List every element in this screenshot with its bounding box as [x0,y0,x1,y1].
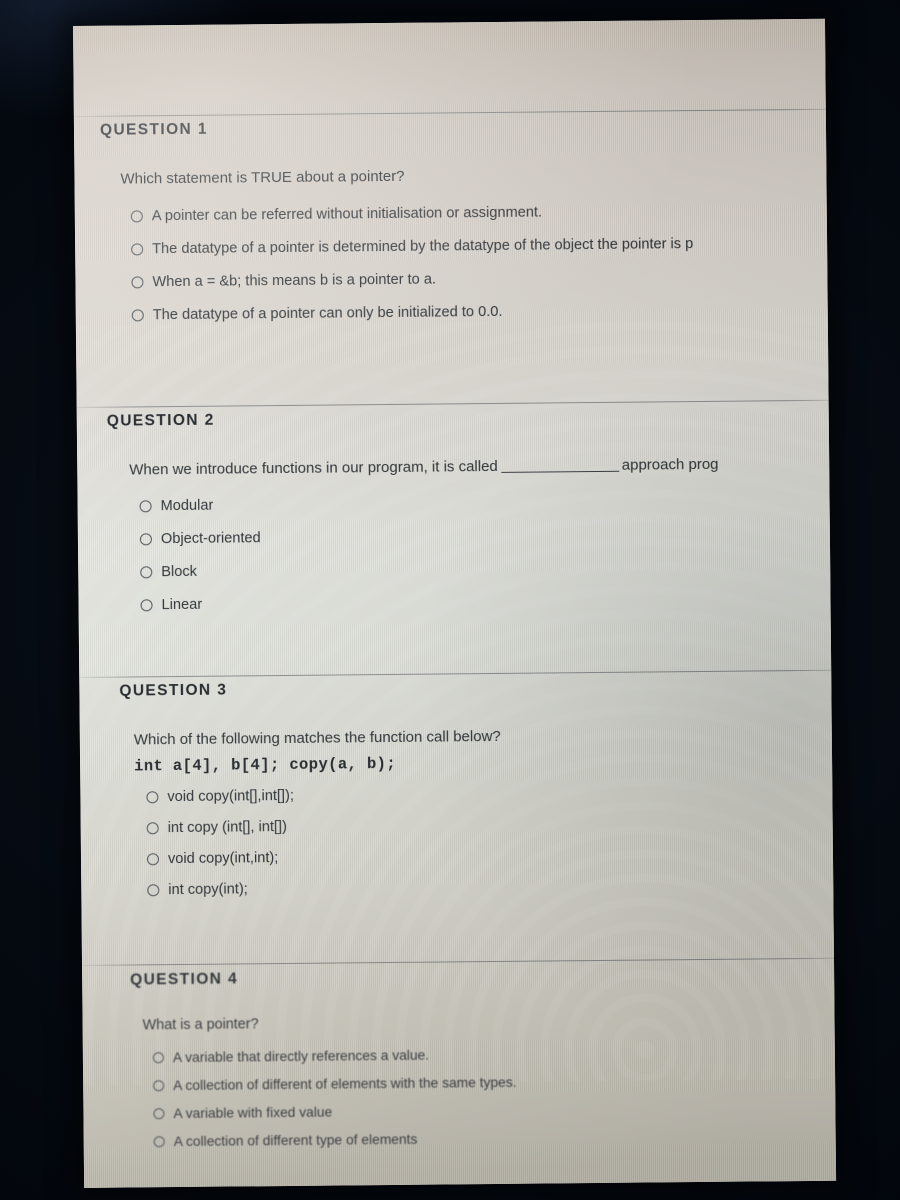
screen-area: QUESTION 1 Which statement is TRUE about… [73,18,837,1188]
question-4-option-3[interactable]: A variable with fixed value [153,1100,835,1122]
option-label: Block [161,563,198,581]
fill-in-blank [500,470,619,473]
radio-button-icon[interactable] [131,243,144,256]
question-4-option-1[interactable]: A variable that directly references a va… [152,1044,835,1066]
radio-button-icon[interactable] [146,853,160,866]
question-3-prompt: Which of the following matches the funct… [133,727,501,749]
question-4-option-2[interactable]: A collection of different of elements wi… [153,1072,835,1094]
radio-button-icon[interactable] [131,309,144,322]
question-1-prompt: Which statement is TRUE about a pointer? [120,167,405,188]
radio-button-icon[interactable] [147,884,160,897]
option-label: void copy(int[],int[]); [167,787,295,806]
question-1-option-3[interactable]: When a = &b; this means b is a pointer t… [131,268,827,291]
question-block-4: QUESTION 4 What is a pointer? A variable… [130,965,836,1150]
radio-button-icon[interactable] [139,533,152,546]
option-label: The datatype of a pointer can only be in… [152,303,503,324]
question-2-option-3[interactable]: Block [140,558,830,581]
question-1-header: QUESTION 1 [99,120,208,139]
option-label: A variable that directly references a va… [172,1047,430,1066]
option-label: A collection of different of elements wi… [173,1074,517,1094]
radio-button-icon[interactable] [146,791,159,804]
question-4-prompt: What is a pointer? [142,1016,259,1034]
question-2-prompt-after-blank: approach prog [621,455,719,474]
question-1-option-2[interactable]: The datatype of a pointer is determined … [131,235,827,258]
question-3-option-2[interactable]: int copy (int[], int[]) [146,814,833,837]
option-label: The datatype of a pointer is determined … [152,236,694,258]
section-divider [82,957,834,966]
radio-button-icon[interactable] [140,566,153,579]
question-block-2: QUESTION 2 When we introduce functions i… [107,406,831,614]
question-2-option-4[interactable]: Linear [140,591,830,614]
question-2-header: QUESTION 2 [106,411,215,430]
question-3-header: QUESTION 3 [119,681,228,700]
question-block-3: QUESTION 3 Which of the following matche… [119,676,833,899]
option-label: A pointer can be referred without initia… [151,204,543,225]
question-2-prompt: When we introduce functions in our progr… [129,455,829,479]
radio-button-icon[interactable] [153,1108,165,1120]
radio-button-icon[interactable] [152,1052,164,1064]
question-2-option-2[interactable]: Object-oriented [139,525,830,548]
radio-button-icon[interactable] [140,599,153,612]
option-label: A variable with fixed value [173,1104,333,1122]
option-label: A collection of different type of elemen… [173,1131,418,1150]
option-label: Linear [161,596,203,614]
question-2-prompt-before-blank: When we introduce functions in our progr… [129,457,498,479]
question-3-option-4[interactable]: int copy(int); [147,876,833,899]
option-label: Modular [160,497,214,515]
option-label: Object-oriented [160,530,261,548]
question-3-option-1[interactable]: void copy(int[],int[]); [146,783,832,806]
question-1-option-1[interactable]: A pointer can be referred without initia… [130,202,827,225]
question-4-option-4[interactable]: A collection of different type of elemen… [153,1128,836,1150]
question-block-1: QUESTION 1 Which statement is TRUE about… [100,115,828,324]
option-label: void copy(int,int); [167,850,279,868]
radio-button-icon[interactable] [153,1080,165,1092]
radio-button-icon[interactable] [153,1136,165,1148]
question-3-code-sample: int a[4], b[4]; copy(a, b); [134,754,397,776]
radio-button-icon[interactable] [131,276,144,289]
radio-button-icon[interactable] [139,500,152,513]
option-label: When a = &b; this means b is a pointer t… [152,271,437,291]
option-label: int copy(int); [168,881,248,899]
question-2-option-1[interactable]: Modular [139,492,830,515]
photo-frame: QUESTION 1 Which statement is TRUE about… [0,0,900,1200]
radio-button-icon[interactable] [146,822,159,835]
radio-button-icon[interactable] [130,210,143,223]
question-4-header: QUESTION 4 [130,970,239,989]
quiz-content: QUESTION 1 Which statement is TRUE about… [73,19,836,1188]
option-label: int copy (int[], int[]) [167,818,288,837]
question-3-option-3[interactable]: void copy(int,int); [146,845,833,868]
question-1-option-4[interactable]: The datatype of a pointer can only be in… [131,301,828,324]
